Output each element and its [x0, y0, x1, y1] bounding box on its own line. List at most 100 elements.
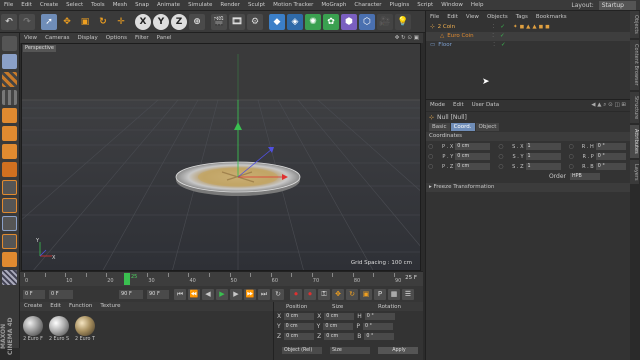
am-menu-user-data[interactable]: User Data [468, 100, 503, 111]
viewport-menu-options[interactable]: Options [102, 33, 131, 43]
timeline-playhead[interactable] [124, 273, 130, 285]
material-swatch[interactable]: 2 Euro T [74, 316, 96, 342]
points-mode-icon[interactable] [2, 108, 17, 123]
enabled-check-icon[interactable]: ✓ [500, 32, 505, 41]
menu-simulate[interactable]: Simulate [184, 0, 216, 11]
side-tab-objects[interactable]: Objects [630, 11, 639, 38]
render-view-icon[interactable]: 🎬 [211, 13, 227, 30]
pos-x-attr-field[interactable]: 0 cm [455, 143, 491, 150]
loop-icon[interactable]: ↻ [272, 288, 284, 300]
keyframe-dot-icon[interactable]: ○ [498, 153, 503, 160]
rotate-icon[interactable]: ↻ [95, 14, 111, 30]
viewport[interactable]: Y X Perspective Grid Spacing : 100 cm [21, 43, 421, 271]
apply-button[interactable]: Apply [378, 346, 418, 354]
cube-icon[interactable]: ◆ [269, 13, 285, 30]
object-row[interactable]: ▭ Floor ⁚ ✓ [426, 41, 630, 50]
pos-x-field[interactable]: 0 cm [284, 312, 315, 320]
side-tab-attributes[interactable]: Attributes [630, 124, 639, 158]
record-icon[interactable]: ⏺ [290, 288, 302, 300]
am-menu-mode[interactable]: Mode [426, 100, 449, 111]
max-frame-field[interactable]: 90 F [119, 289, 143, 299]
keyframe-dot-icon[interactable]: ○ [428, 163, 433, 170]
visibility-dots-icon[interactable]: ⁚ [492, 32, 494, 41]
om-menu-edit[interactable]: Edit [443, 11, 462, 23]
keyframe-dot-icon[interactable]: ○ [498, 143, 503, 150]
object-name[interactable]: Floor [438, 41, 493, 50]
visibility-dots-icon[interactable]: ⁚ [493, 41, 495, 50]
spline-icon[interactable]: ✿ [323, 13, 339, 30]
side-tab-content-browser[interactable]: Content Browser [630, 39, 639, 90]
menu-create[interactable]: Create [36, 0, 62, 11]
deformer-icon[interactable]: ⬢ [341, 13, 357, 30]
size-mode-select[interactable]: Size [330, 346, 370, 354]
size-x-field[interactable]: 0 cm [324, 312, 355, 320]
edges-mode-icon[interactable] [2, 126, 17, 141]
tab-basic[interactable]: Basic [429, 123, 450, 131]
uv-mode-icon[interactable] [2, 162, 17, 177]
material-swatch[interactable]: 2 Euro F [22, 316, 44, 342]
side-tab-layers[interactable]: Layers [630, 159, 639, 185]
keyframe-dot-icon[interactable]: ○ [569, 153, 574, 160]
locked-workplane-icon[interactable] [2, 234, 17, 249]
object-name[interactable]: 2 Coin [438, 23, 493, 32]
camera-icon[interactable]: 🎥 [377, 13, 393, 30]
rot-p-field[interactable]: 0 ° [362, 322, 393, 330]
material-swatch[interactable]: 2 Euro S [48, 316, 70, 342]
rot-b-attr-field[interactable]: 0 ° [595, 163, 626, 170]
polygons-mode-icon[interactable] [2, 144, 17, 159]
keyframe-dot-icon[interactable]: ○ [498, 163, 503, 170]
om-menu-tags[interactable]: Tags [512, 11, 532, 23]
timeline-menu-icon[interactable]: ☰ [402, 288, 414, 300]
scale-y-attr-field[interactable]: 1 [525, 153, 561, 160]
start-frame-field[interactable]: 0 F [23, 289, 45, 299]
size-y-field[interactable]: 0 cm [323, 322, 354, 330]
material-menu-function[interactable]: Function [65, 302, 96, 311]
light-icon[interactable]: 💡 [395, 13, 411, 30]
pos-z-attr-field[interactable]: 0 cm [455, 163, 491, 170]
rot-p-attr-field[interactable]: 0 ° [595, 153, 626, 160]
key-scale-icon[interactable]: ▣ [360, 288, 372, 300]
menu-mograph[interactable]: MoGraph [317, 0, 350, 11]
key-rotation-icon[interactable]: ↻ [346, 288, 358, 300]
scale-z-attr-field[interactable]: 1 [525, 163, 561, 170]
axis-x-button[interactable]: X [135, 13, 151, 30]
menu-tools[interactable]: Tools [87, 0, 109, 11]
texture-mode-icon[interactable] [2, 72, 17, 87]
move-icon[interactable]: ✥ [59, 14, 75, 30]
tweak-icon[interactable] [2, 198, 17, 213]
menu-window[interactable]: Window [437, 0, 467, 11]
make-editable-icon[interactable] [2, 36, 17, 51]
keyframe-selection-icon[interactable]: ⚿ [318, 288, 330, 300]
axis-y-button[interactable]: Y [153, 13, 169, 30]
timeline-ruler[interactable]: 0 10 20 30 40 50 60 70 80 90 25 25 F [20, 271, 423, 286]
planar-workplane-icon[interactable] [2, 252, 17, 267]
go-to-start-icon[interactable]: ⏮ [174, 288, 186, 300]
keyframe-dot-icon[interactable]: ○ [569, 163, 574, 170]
key-position-icon[interactable]: ✥ [332, 288, 344, 300]
viewport-menu-view[interactable]: View [20, 33, 41, 43]
cloner-icon[interactable]: ✺ [305, 13, 321, 30]
floor-grid-icon[interactable] [2, 270, 17, 285]
subdivision-icon[interactable]: ◈ [287, 13, 303, 30]
model-mode-icon[interactable] [2, 54, 17, 69]
render-settings-icon[interactable]: ⚙ [247, 13, 263, 30]
menu-snap[interactable]: Snap [131, 0, 153, 11]
axis-z-button[interactable]: Z [171, 13, 187, 30]
enabled-check-icon[interactable]: ✓ [501, 41, 506, 50]
viewport-menu-cameras[interactable]: Cameras [41, 33, 73, 43]
end-frame-field[interactable]: 90 F [147, 289, 169, 299]
material-menu-edit[interactable]: Edit [46, 302, 65, 311]
rot-h-field[interactable]: 0 ° [364, 312, 395, 320]
om-menu-objects[interactable]: Objects [483, 11, 512, 23]
live-selection-icon[interactable]: ➚ [41, 13, 57, 30]
scale-x-attr-field[interactable]: 1 [525, 143, 561, 150]
am-menu-edit[interactable]: Edit [449, 100, 468, 111]
enable-axis-icon[interactable] [2, 180, 17, 195]
om-menu-bookmarks[interactable]: Bookmarks [532, 11, 571, 23]
om-menu-view[interactable]: View [462, 11, 483, 23]
key-param-icon[interactable]: P [374, 288, 386, 300]
environment-icon[interactable]: ⬡ [359, 13, 375, 30]
menu-plugins[interactable]: Plugins [386, 0, 414, 11]
material-menu-create[interactable]: Create [20, 302, 46, 311]
next-key-icon[interactable]: ⏩ [244, 288, 256, 300]
